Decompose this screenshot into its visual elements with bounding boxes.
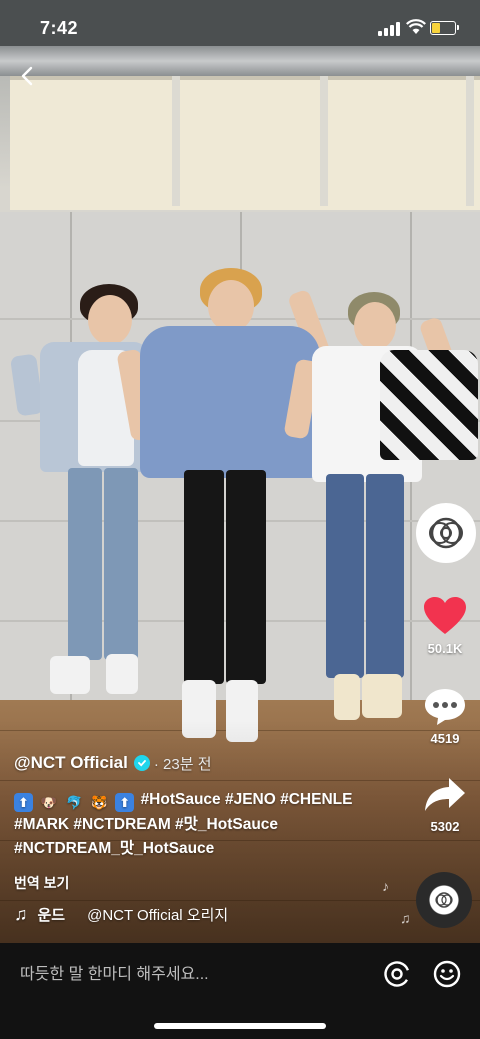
status-bar: 7:42 [0, 0, 480, 56]
comment-button[interactable]: 4519 [414, 686, 476, 746]
status-time: 7:42 [40, 18, 79, 38]
comment-bar: 따듯한 말 한마디 해주세요... [0, 943, 480, 1039]
music-note-icon: ♫ [14, 904, 28, 924]
caption-text: ⬆ 🐶 🐬 🐯 ⬆ #HotSauce #JENO #CHENLE #MARK … [14, 788, 409, 862]
heart-icon [424, 597, 466, 634]
translate-link[interactable]: 번역 보기 [14, 873, 69, 893]
comment-icon [425, 689, 465, 725]
author-name[interactable]: @NCT Official [14, 753, 128, 773]
caption: @NCT Official · 23분 전 ⬆ 🐶 🐬 🐯 ⬆ #HotSauc… [14, 752, 409, 862]
back-icon[interactable] [18, 66, 38, 86]
music-prefix: 운드 [37, 907, 66, 924]
comment-count: 4519 [430, 731, 460, 746]
back-window [10, 76, 480, 210]
like-button[interactable]: 50.1K [414, 596, 476, 656]
up-arrow-emoji: ⬆ [14, 793, 33, 812]
battery-tip [457, 25, 459, 30]
share-button[interactable]: 5302 [414, 776, 476, 834]
author-line: @NCT Official · 23분 전 [14, 752, 409, 774]
tiger-emoji: 🐯 [91, 795, 108, 810]
music-info[interactable]: ♫ 운드 @NCT Official 오리지 [14, 904, 228, 925]
like-count: 50.1K [427, 641, 463, 656]
battery-icon [430, 21, 456, 35]
emoji-icon[interactable] [433, 960, 461, 988]
nct-logo-icon [429, 517, 463, 549]
up-arrow-emoji: ⬆ [115, 793, 135, 812]
share-count: 5302 [430, 819, 460, 834]
sound-disc-logo-icon [435, 892, 453, 908]
verified-icon [133, 755, 150, 771]
music-disc[interactable] [416, 872, 472, 928]
wifi-icon [406, 19, 426, 34]
window-frame [466, 76, 474, 206]
music-track: @NCT Official 오리지 [87, 907, 229, 924]
home-indicator[interactable] [154, 1023, 326, 1029]
hashtags-line-1[interactable]: #HotSauce #JENO #CHENLE [141, 791, 353, 808]
caption-line-1: ⬆ 🐶 🐬 🐯 ⬆ #HotSauce #JENO #CHENLE [14, 788, 409, 813]
hashtags-line-2[interactable]: #MARK #NCTDREAM #맛_HotSauce [14, 813, 409, 838]
floating-note-icon: ♪ [382, 878, 389, 894]
dolphin-emoji: 🐬 [66, 795, 83, 810]
creator-avatar[interactable] [416, 503, 476, 563]
time-ago: · 23분 전 [153, 755, 212, 773]
share-icon [425, 778, 465, 811]
comment-input[interactable]: 따듯한 말 한마디 해주세요... [20, 960, 209, 984]
floating-note-icon: ♫ [400, 910, 411, 926]
hashtags-line-3[interactable]: #NCTDREAM_맛_HotSauce [14, 837, 409, 862]
mention-icon[interactable] [383, 960, 411, 988]
dog-emoji: 🐶 [40, 795, 57, 810]
window-frame [320, 76, 328, 206]
signal-icon [378, 22, 402, 36]
window-frame [172, 76, 180, 206]
